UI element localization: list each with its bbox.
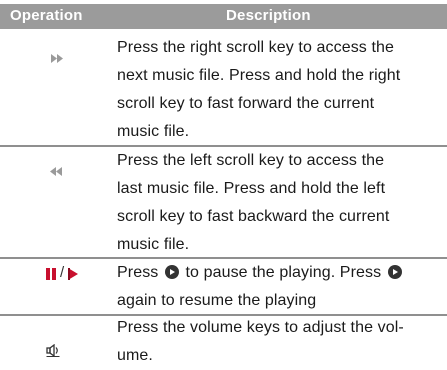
description-line: Press the left scroll key to access the [117,152,385,169]
slash-separator: / [60,264,65,281]
description-line: Press to pause the playing. Press [117,259,442,287]
header-description: Description [226,7,311,24]
description-line: music file. [117,123,190,140]
volume-icon [46,344,60,357]
description-line: last music file. Press and hold the left [117,180,386,197]
description-line: next music file. Press and hold the righ… [117,67,401,84]
description-line: ume. [117,347,153,364]
description-cell: Press the right scroll key to access the… [117,34,442,146]
play-icon [68,268,78,280]
fast-forward-icon [51,54,63,63]
description-line: scroll key to fast forward the current [117,95,375,112]
table-header: Operation Description [0,4,447,29]
rewind-icon [50,167,62,176]
description-line: Press the right scroll key to access the [117,39,394,56]
description-text: Press [117,264,159,281]
pause-icon [46,268,56,280]
ok-key-icon [164,265,179,279]
description-cell: Press the volume keys to adjust the vol-… [117,314,442,370]
description-line: scroll key to fast backward the current [117,208,390,225]
header-operation: Operation [10,7,83,24]
description-cell: Press the left scroll key to access the … [117,147,442,259]
description-line: again to resume the playing [117,292,317,309]
description-line: Press the volume keys to adjust the vol- [117,319,404,336]
description-cell: Press to pause the playing. Press again … [117,259,442,315]
ok-key-icon [387,265,402,279]
description-text: to pause the playing. Press [185,264,382,281]
description-line: music file. [117,236,190,253]
